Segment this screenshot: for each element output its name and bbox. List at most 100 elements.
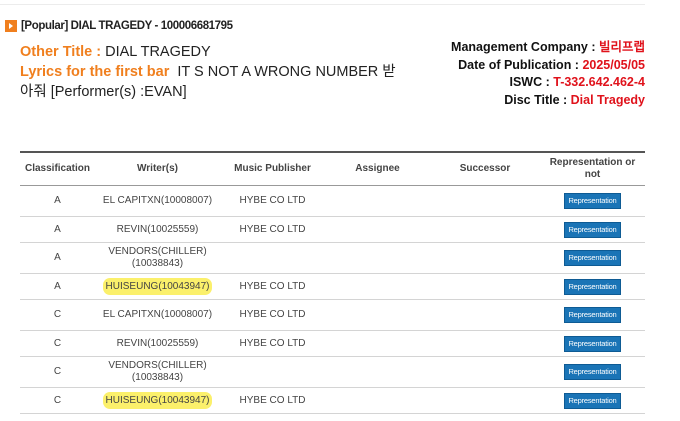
representation-button[interactable]: Representation bbox=[564, 193, 621, 209]
representation-cell: Representation bbox=[540, 242, 645, 274]
successor-cell bbox=[430, 330, 540, 357]
col-successor: Successor bbox=[430, 151, 540, 186]
table-row: C REVIN(10025559) HYBE CO LTD Representa… bbox=[20, 330, 645, 357]
publisher-cell: HYBE CO LTD bbox=[220, 299, 325, 331]
arrow-right-icon bbox=[5, 20, 17, 32]
successor-cell bbox=[430, 356, 540, 388]
pub-value: 2025/05/05 bbox=[582, 57, 645, 72]
writer-name-highlighted: HUISEUNG(10043947) bbox=[102, 391, 213, 409]
successor-cell bbox=[430, 387, 540, 414]
table-row: A VENDORS(CHILLER)(10038843) Representat… bbox=[20, 242, 645, 274]
assignee-cell bbox=[325, 185, 430, 217]
classification-cell: C bbox=[20, 356, 95, 388]
representation-button[interactable]: Representation bbox=[564, 392, 621, 409]
classification-cell: A bbox=[20, 216, 95, 243]
writer-cell: VENDORS(CHILLER)(10038843) bbox=[95, 242, 220, 274]
representation-cell: Representation bbox=[540, 273, 645, 300]
iswc-row: ISWC : T-332.642.462-4 bbox=[451, 74, 646, 92]
lyrics-label: Lyrics for the first bar bbox=[20, 64, 170, 80]
writer-cell: HUISEUNG(10043947) bbox=[95, 273, 220, 300]
table-row: A REVIN(10025559) HYBE CO LTD Representa… bbox=[20, 216, 645, 243]
representation-cell: Representation bbox=[540, 216, 645, 243]
table-row: C HUISEUNG(10043947) HYBE CO LTD Represe… bbox=[20, 387, 645, 414]
disc-label: Disc Title : bbox=[504, 92, 571, 107]
successor-cell bbox=[430, 273, 540, 300]
successor-cell bbox=[430, 242, 540, 274]
representation-cell: Representation bbox=[540, 185, 645, 217]
writer-name: VENDORS(CHILLER)(10038843) bbox=[108, 360, 207, 383]
successor-cell bbox=[430, 299, 540, 331]
song-title: [Popular] DIAL TRAGEDY - 100006681795 bbox=[21, 20, 233, 32]
representation-button[interactable]: Representation bbox=[564, 221, 621, 238]
writer-name: EL CAPITXN(10008007) bbox=[102, 195, 213, 206]
other-title-label: Other Title : bbox=[20, 44, 106, 60]
mgmt-label: Management Company : bbox=[451, 40, 599, 54]
lyrics-value: IT S NOT A WRONG NUMBER 받 bbox=[177, 64, 396, 80]
classification-cell: C bbox=[20, 330, 95, 357]
col-classification: Classification bbox=[20, 151, 95, 186]
song-info: Other Title : DIAL TRAGEDY Lyrics for th… bbox=[20, 42, 410, 102]
assignee-cell bbox=[325, 273, 430, 300]
representation-button[interactable]: Representation bbox=[564, 307, 621, 323]
iswc-label: ISWC : bbox=[509, 75, 554, 89]
publisher-cell: HYBE CO LTD bbox=[220, 273, 325, 300]
representation-cell: Representation bbox=[540, 330, 645, 357]
writer-cell: EL CAPITXN(10008007) bbox=[95, 299, 220, 331]
assignee-cell bbox=[325, 387, 430, 414]
publisher-cell bbox=[220, 356, 325, 388]
writer-name: REVIN(10025559) bbox=[116, 223, 199, 235]
representation-button[interactable]: Representation bbox=[564, 278, 621, 295]
col-writers: Writer(s) bbox=[95, 151, 220, 186]
assignee-cell bbox=[325, 299, 430, 331]
song-meta: Management Company : 빌리프랩 Date of Public… bbox=[451, 39, 645, 109]
mgmt-row: Management Company : 빌리프랩 bbox=[451, 39, 645, 57]
lyrics-value-cont: 아줘 [Performer(s) :EVAN] bbox=[20, 84, 187, 100]
assignee-cell bbox=[325, 242, 430, 274]
other-title-value: DIAL TRAGEDY bbox=[105, 44, 211, 60]
table-row: A HUISEUNG(10043947) HYBE CO LTD Represe… bbox=[20, 273, 645, 300]
other-title-row: Other Title : DIAL TRAGEDY bbox=[20, 42, 410, 62]
representation-cell: Representation bbox=[540, 387, 645, 414]
mgmt-value: 빌리프랩 bbox=[598, 40, 645, 54]
publisher-cell bbox=[220, 242, 325, 274]
iswc-value: T-332.642.462-4 bbox=[553, 75, 645, 89]
classification-cell: C bbox=[20, 387, 95, 414]
pub-label: Date of Publication : bbox=[458, 57, 583, 72]
table-header-row: Classification Writer(s) Music Publisher… bbox=[20, 151, 645, 186]
writer-name-highlighted: HUISEUNG(10043947) bbox=[102, 277, 213, 295]
representation-button[interactable]: Representation bbox=[564, 250, 621, 266]
representation-cell: Representation bbox=[540, 356, 645, 388]
writer-name: EL CAPITXN(10008007) bbox=[102, 309, 213, 320]
classification-cell: A bbox=[20, 242, 95, 274]
successor-cell bbox=[430, 216, 540, 243]
song-header: [Popular] DIAL TRAGEDY - 100006681795 bbox=[5, 19, 233, 33]
disc-row: Disc Title : Dial Tragedy bbox=[451, 92, 645, 110]
publisher-cell: HYBE CO LTD bbox=[220, 387, 325, 414]
writer-cell: REVIN(10025559) bbox=[95, 330, 220, 357]
disc-value: Dial Tragedy bbox=[570, 92, 645, 107]
assignee-cell bbox=[325, 330, 430, 357]
col-assignee: Assignee bbox=[325, 151, 430, 186]
classification-cell: C bbox=[20, 299, 95, 331]
publisher-cell: HYBE CO LTD bbox=[220, 330, 325, 357]
table-row: C EL CAPITXN(10008007) HYBE CO LTD Repre… bbox=[20, 299, 645, 331]
publisher-cell: HYBE CO LTD bbox=[220, 185, 325, 217]
assignee-cell bbox=[325, 356, 430, 388]
assignee-cell bbox=[325, 216, 430, 243]
col-representation: Representation or not bbox=[540, 151, 645, 186]
lyrics-row: Lyrics for the first bar IT S NOT A WRON… bbox=[20, 62, 410, 102]
col-music-publisher: Music Publisher bbox=[220, 151, 325, 186]
writer-cell: VENDORS(CHILLER)(10038843) bbox=[95, 356, 220, 388]
successor-cell bbox=[430, 185, 540, 217]
writer-cell: REVIN(10025559) bbox=[95, 216, 220, 243]
classification-cell: A bbox=[20, 185, 95, 217]
table-row: C VENDORS(CHILLER)(10038843) Representat… bbox=[20, 356, 645, 388]
writer-name: VENDORS(CHILLER)(10038843) bbox=[108, 246, 207, 269]
writer-cell: HUISEUNG(10043947) bbox=[95, 387, 220, 414]
table-row: A EL CAPITXN(10008007) HYBE CO LTD Repre… bbox=[20, 185, 645, 217]
representation-button[interactable]: Representation bbox=[564, 335, 621, 352]
rights-table: Classification Writer(s) Music Publisher… bbox=[20, 151, 645, 414]
pub-row: Date of Publication : 2025/05/05 bbox=[451, 57, 645, 75]
publisher-cell: HYBE CO LTD bbox=[220, 216, 325, 243]
representation-button[interactable]: Representation bbox=[564, 364, 621, 380]
